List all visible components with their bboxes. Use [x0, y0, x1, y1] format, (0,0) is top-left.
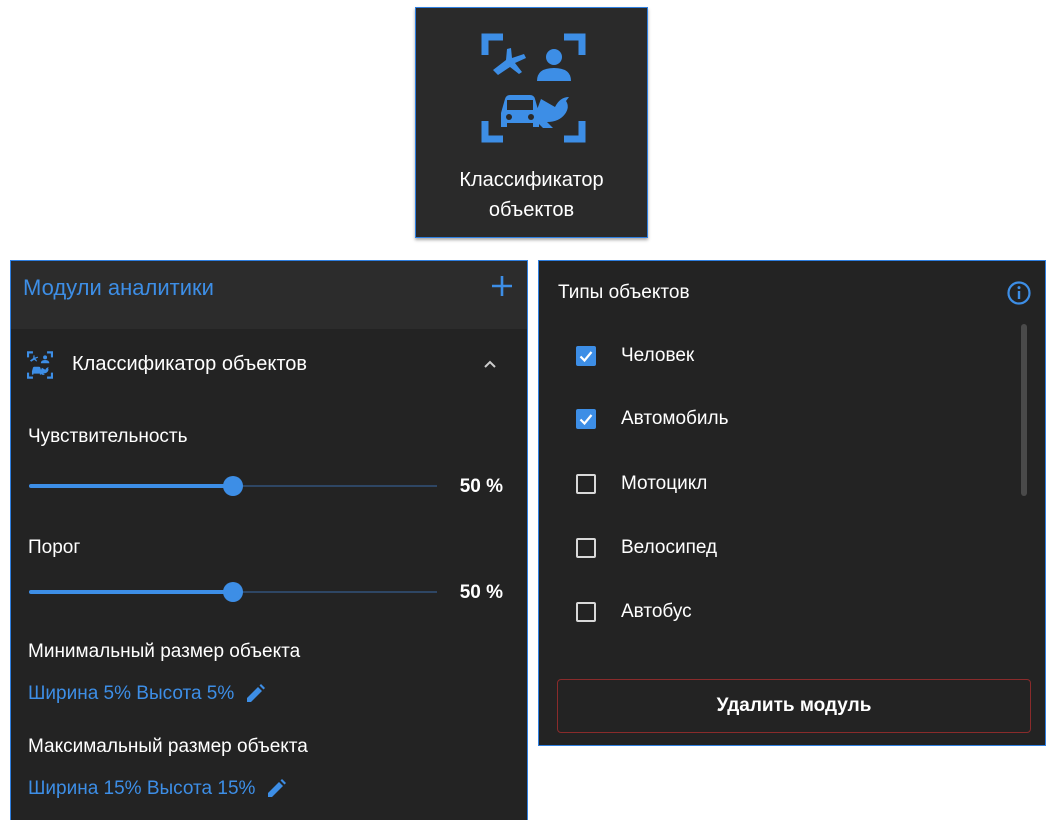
panel-header: Модули аналитики — [11, 261, 527, 329]
object-type-item[interactable]: Автомобиль — [576, 408, 729, 430]
min-size-text: Ширина 5% Высота 5% — [28, 683, 235, 704]
pencil-icon[interactable] — [244, 683, 266, 705]
min-size-value[interactable]: Ширина 5% Высота 5% — [28, 683, 266, 705]
object-types-panel: Типы объектов Человек Автомобиль Мотоцикл В… — [538, 260, 1046, 746]
object-type-label: Велосипед — [621, 537, 718, 558]
max-size-text: Ширина 15% Высота 15% — [28, 778, 256, 799]
object-type-label: Автомобиль — [621, 408, 729, 429]
checkbox-unchecked[interactable] — [576, 538, 596, 558]
checkbox-unchecked[interactable] — [576, 602, 596, 622]
delete-module-button[interactable]: Удалить модуль — [557, 679, 1031, 733]
checkmark-icon — [579, 351, 593, 363]
panel-title: Модули аналитики — [23, 275, 214, 300]
info-icon[interactable] — [1006, 280, 1032, 306]
object-type-item[interactable]: Автобус — [576, 601, 692, 623]
object-type-label: Человек — [621, 345, 695, 366]
slider-fill — [29, 484, 233, 488]
threshold-label: Порог — [28, 537, 81, 558]
object-classifier-icon — [27, 351, 53, 379]
slider-thumb[interactable] — [223, 476, 243, 496]
plus-icon[interactable] — [489, 273, 515, 299]
min-size-label: Минимальный размер объекта — [28, 641, 301, 662]
sensitivity-label: Чувствительность — [28, 426, 188, 447]
sensitivity-slider[interactable] — [29, 476, 437, 496]
checkbox-checked[interactable] — [576, 346, 596, 366]
slider-thumb[interactable] — [223, 582, 243, 602]
checkbox-unchecked[interactable] — [576, 474, 596, 494]
object-classifier-icon — [481, 33, 586, 143]
pencil-icon[interactable] — [265, 778, 287, 800]
object-types-title: Типы объектов — [558, 282, 690, 303]
object-type-label: Автобус — [621, 601, 692, 622]
chevron-up-icon[interactable] — [483, 359, 497, 369]
max-size-value[interactable]: Ширина 15% Высота 15% — [28, 778, 287, 800]
object-type-item[interactable]: Человек — [576, 345, 694, 367]
checkbox-checked[interactable] — [576, 409, 596, 429]
module-row-object-classifier[interactable]: Классификатор объектов — [11, 329, 527, 401]
tile-label: Классификатор объектов — [459, 169, 604, 221]
object-type-item[interactable]: Мотоцикл — [576, 473, 707, 495]
object-type-label: Мотоцикл — [621, 473, 708, 494]
module-name: Классификатор объектов — [72, 353, 308, 375]
object-classifier-tile[interactable]: Классификатор объектов — [415, 7, 648, 238]
slider-fill — [29, 590, 233, 594]
checkmark-icon — [579, 414, 593, 426]
threshold-value: 50 % — [459, 582, 503, 603]
analytics-modules-panel: Модули аналитики Классификатор объектов — [10, 260, 528, 820]
sensitivity-value: 50 % — [459, 476, 503, 497]
max-size-label: Максимальный размер объекта — [28, 736, 308, 757]
object-type-item[interactable]: Велосипед — [576, 537, 717, 559]
scrollbar[interactable] — [1021, 324, 1027, 496]
threshold-slider[interactable] — [29, 582, 437, 602]
